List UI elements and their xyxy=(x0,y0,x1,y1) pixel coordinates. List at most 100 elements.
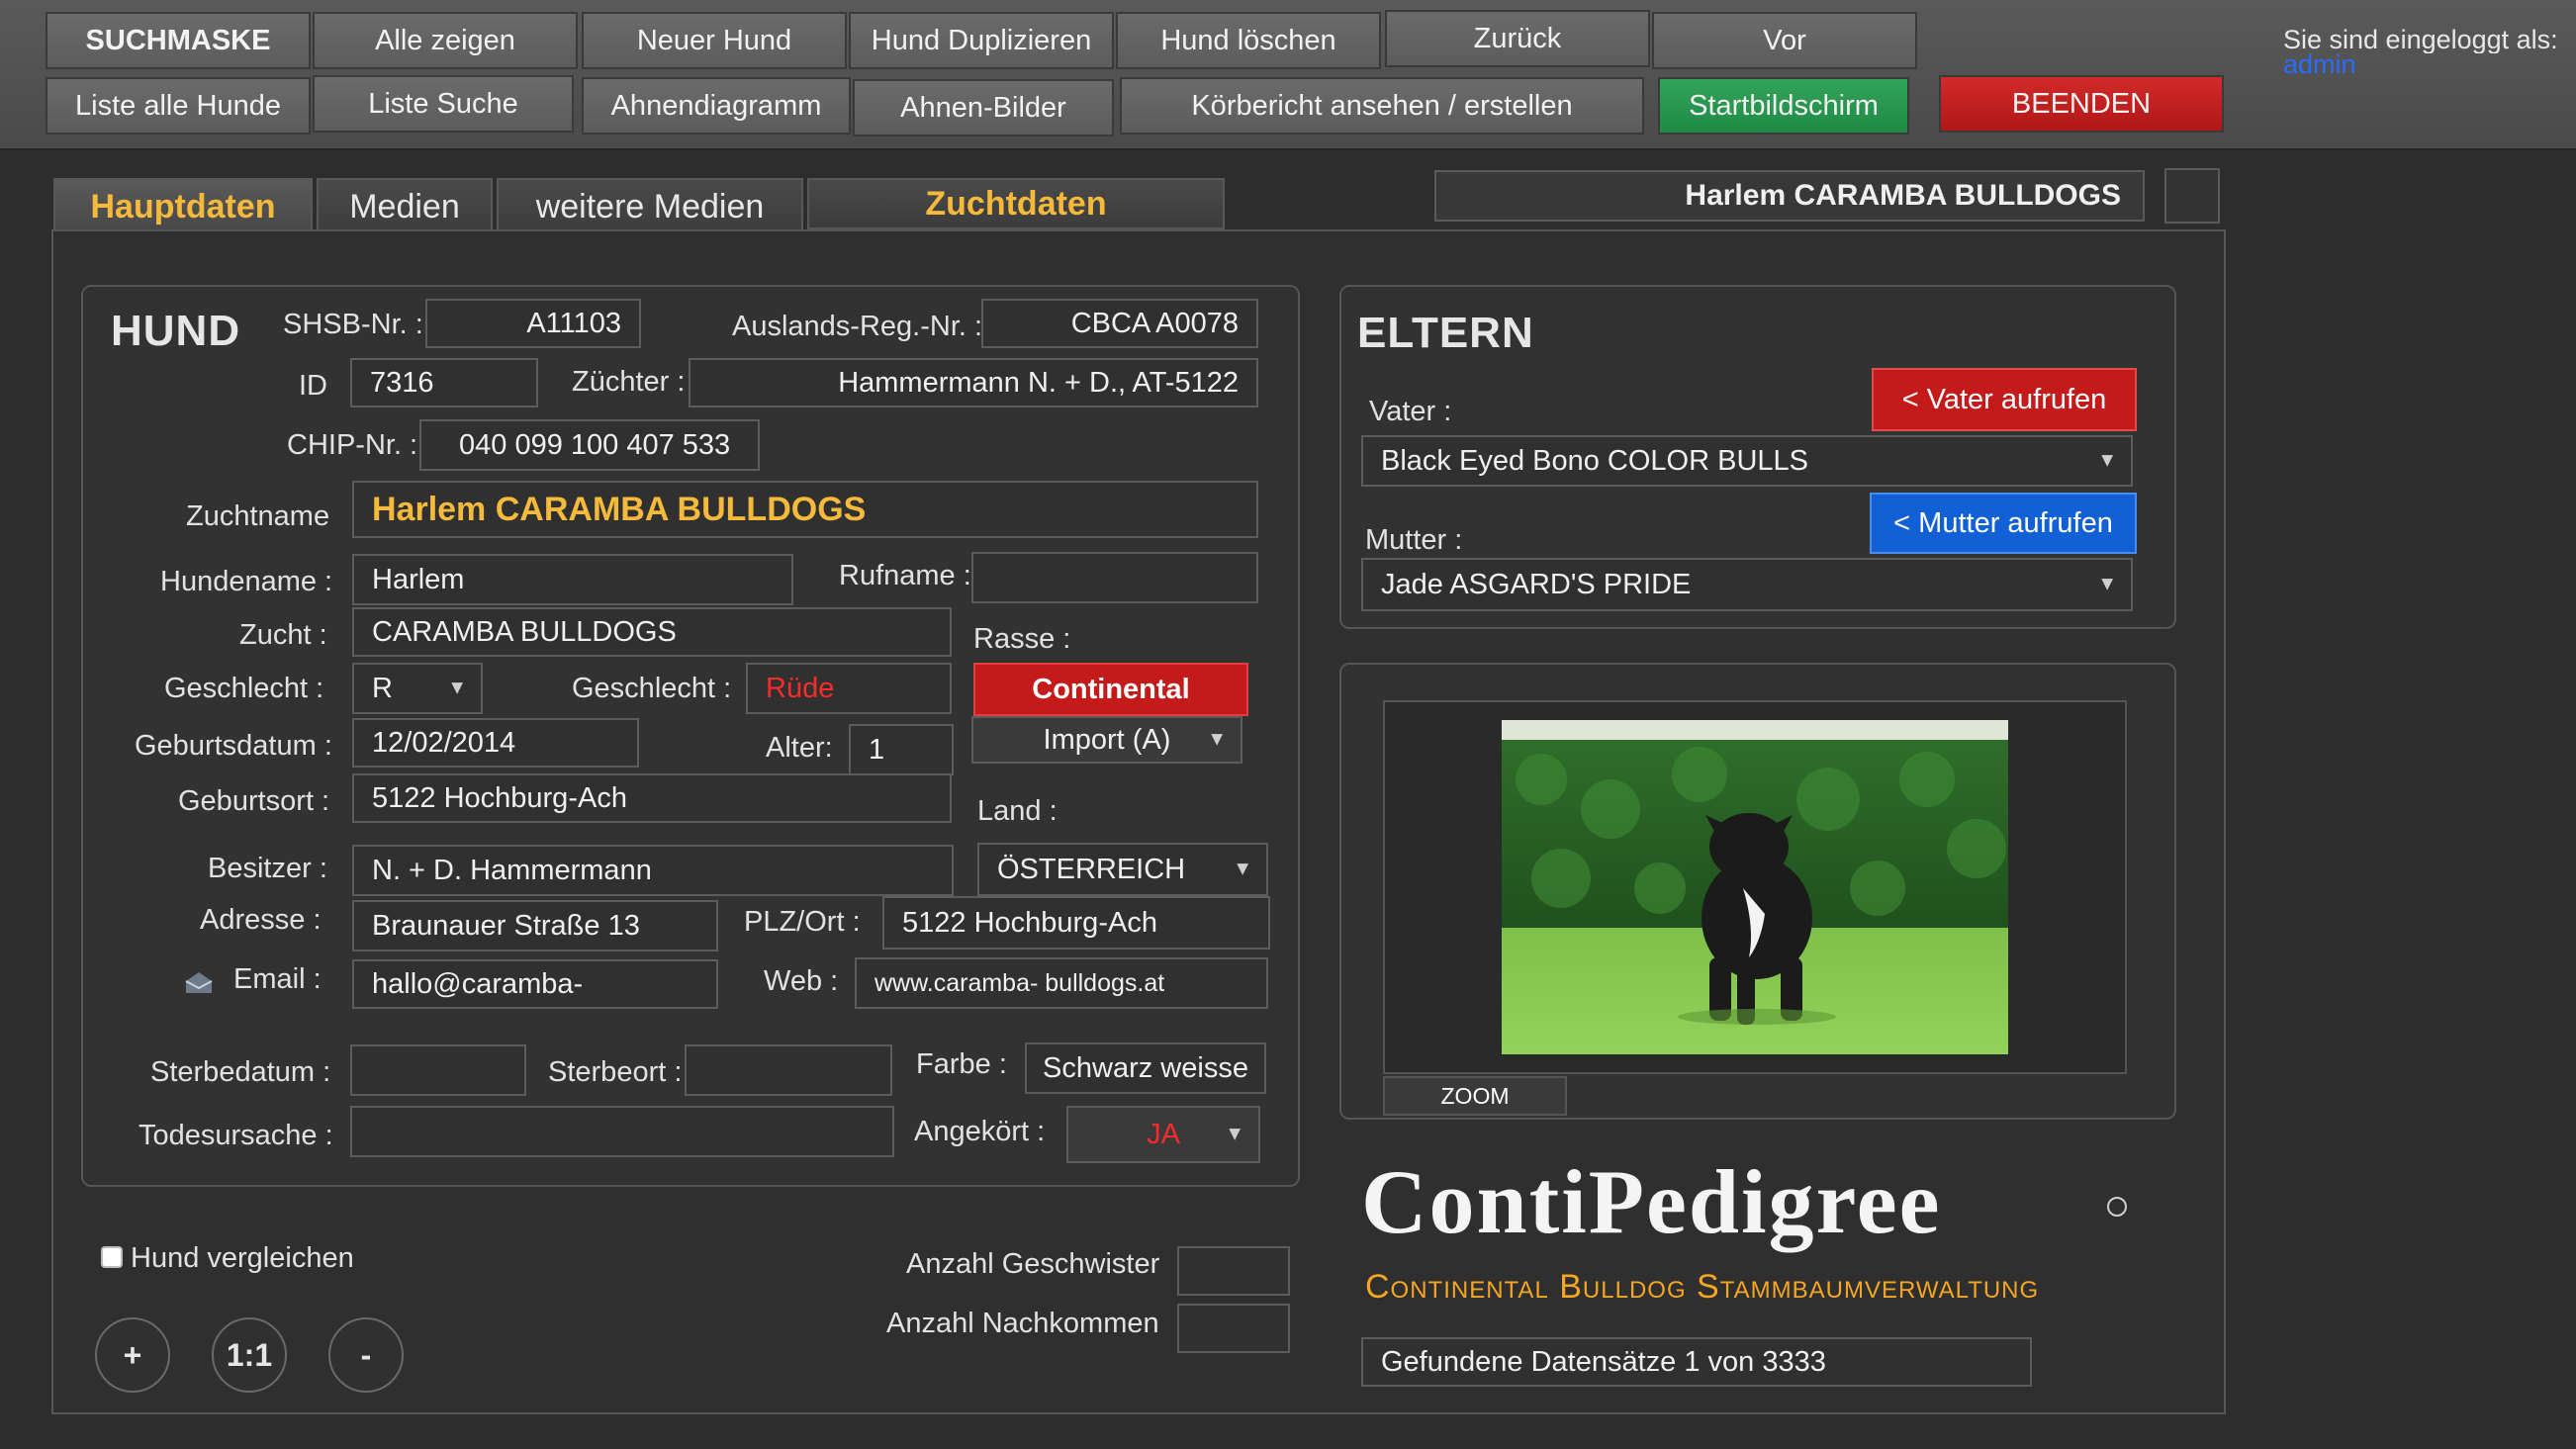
chevron-down-icon: ▼ xyxy=(1233,858,1252,880)
angekoert-value: JA xyxy=(1147,1118,1180,1150)
import-value: Import (A) xyxy=(1043,723,1171,756)
geburtsdatum-field[interactable]: 12/02/2014 xyxy=(352,718,639,768)
tab-hauptdaten[interactable]: Hauptdaten xyxy=(53,178,313,233)
vor-button[interactable]: Vor xyxy=(1652,12,1917,69)
nachkommen-field[interactable] xyxy=(1177,1304,1290,1353)
login-user-link[interactable]: admin xyxy=(2283,49,2356,80)
mutter-select[interactable]: Jade ASGARD'S PRIDE ▼ xyxy=(1361,558,2133,611)
web-field[interactable]: www.caramba- bulldogs.at xyxy=(855,957,1268,1009)
zoom-button[interactable]: ZOOM xyxy=(1383,1076,1567,1116)
vater-select[interactable]: Black Eyed Bono COLOR BULLS ▼ xyxy=(1361,435,2133,487)
hund-loeschen-button[interactable]: Hund löschen xyxy=(1116,12,1381,69)
adresse-label: Adresse : xyxy=(200,904,322,936)
sterbedatum-label: Sterbedatum : xyxy=(150,1056,331,1088)
logo-subtitle: Continental Bulldog Stammbaumverwaltung xyxy=(1365,1268,2040,1306)
header-action-button[interactable] xyxy=(2164,168,2220,224)
email-label: Email : xyxy=(233,963,322,995)
hund-title: HUND xyxy=(111,307,241,355)
login-status-text: Sie sind eingeloggt als: xyxy=(2283,25,2558,53)
chevron-down-icon: ▼ xyxy=(1225,1123,1244,1145)
geburtsort-field[interactable]: 5122 Hochburg-Ach xyxy=(352,773,952,823)
alter-label: Alter: xyxy=(766,732,833,764)
rasse-label: Rasse : xyxy=(973,623,1071,655)
dog-photo[interactable] xyxy=(1502,720,2008,1054)
zuechter-label: Züchter : xyxy=(572,366,686,398)
records-status: Gefundene Datensätze 1 von 3333 xyxy=(1361,1337,2032,1387)
liste-alle-hunde-button[interactable]: Liste alle Hunde xyxy=(46,77,311,135)
svg-text:ContiPedigree: ContiPedigree xyxy=(1361,1155,1941,1252)
besitzer-field[interactable]: N. + D. Hammermann xyxy=(352,845,954,896)
vater-label: Vater : xyxy=(1369,396,1452,427)
tab-zuchtdaten[interactable]: Zuchtdaten xyxy=(807,178,1225,229)
todesursache-label: Todesursache : xyxy=(138,1120,333,1151)
geschwister-field[interactable] xyxy=(1177,1246,1290,1296)
email-field[interactable]: hallo@caramba- xyxy=(352,959,718,1009)
geschlecht-field[interactable]: Rüde xyxy=(746,663,952,714)
plz-label: PLZ/Ort : xyxy=(744,906,861,938)
beenden-button[interactable]: BEENDEN xyxy=(1939,75,2224,133)
chip-label: CHIP-Nr. : xyxy=(287,429,418,461)
todesursache-field[interactable] xyxy=(350,1106,894,1157)
vater-value: Black Eyed Bono COLOR BULLS xyxy=(1381,444,1808,477)
farbe-field[interactable]: Schwarz weisse xyxy=(1025,1042,1266,1094)
auslands-reg-label: Auslands-Reg.-Nr. : xyxy=(732,311,983,342)
suchmaske-button[interactable]: SUCHMASKE xyxy=(46,12,311,69)
id-label: ID xyxy=(299,370,327,402)
ahnen-bilder-button[interactable]: Ahnen-Bilder xyxy=(853,79,1114,136)
hundename-field[interactable]: Harlem xyxy=(352,554,793,605)
web-label: Web : xyxy=(764,965,839,997)
tab-weitere-medien[interactable]: weitere Medien xyxy=(497,178,803,233)
startbildschirm-button[interactable]: Startbildschirm xyxy=(1658,77,1909,135)
zucht-label: Zucht : xyxy=(239,619,327,651)
liste-suche-button[interactable]: Liste Suche xyxy=(313,75,574,133)
angekoert-select[interactable]: JA ▼ xyxy=(1066,1106,1260,1163)
rufname-field[interactable] xyxy=(971,552,1258,603)
geschlecht-code-label: Geschlecht : xyxy=(164,673,324,704)
zoom-reset-button[interactable]: 1:1 xyxy=(212,1317,287,1393)
geburtsdatum-label: Geburtsdatum : xyxy=(135,730,332,762)
shsb-field[interactable]: A11103 xyxy=(425,299,641,348)
geschlecht-code-select[interactable]: R ▼ xyxy=(352,663,483,714)
alle-zeigen-button[interactable]: Alle zeigen xyxy=(313,12,578,69)
mutter-label: Mutter : xyxy=(1365,524,1463,556)
zoom-in-button[interactable]: + xyxy=(95,1317,170,1393)
zuechter-field[interactable]: Hammermann N. + D., AT-5122 xyxy=(689,358,1258,408)
zucht-field[interactable]: CARAMBA BULLDOGS xyxy=(352,607,952,657)
hund-duplizieren-button[interactable]: Hund Duplizieren xyxy=(849,12,1114,69)
chevron-down-icon: ▼ xyxy=(2097,449,2117,472)
rufname-label: Rufname : xyxy=(839,560,971,591)
ahnendiagramm-button[interactable]: Ahnendiagramm xyxy=(582,77,851,135)
angekoert-label: Angekört : xyxy=(914,1116,1046,1147)
id-field[interactable]: 7316 xyxy=(350,358,538,408)
alter-field[interactable]: 1 xyxy=(849,724,954,775)
vater-aufrufen-button[interactable]: < Vater aufrufen xyxy=(1872,368,2137,431)
land-label: Land : xyxy=(977,795,1058,827)
koerbericht-button[interactable]: Körbericht ansehen / erstellen xyxy=(1120,77,1644,135)
nachkommen-label: Anzahl Nachkommen xyxy=(886,1308,1159,1339)
neuer-hund-button[interactable]: Neuer Hund xyxy=(582,12,847,69)
hund-vergleichen-checkbox[interactable] xyxy=(101,1246,123,1268)
plz-field[interactable]: 5122 Hochburg-Ach xyxy=(882,896,1270,950)
zoom-out-button[interactable]: - xyxy=(328,1317,404,1393)
sterbedatum-field[interactable] xyxy=(350,1044,526,1096)
sterbeort-label: Sterbeort : xyxy=(548,1056,683,1088)
zuchtname-field[interactable]: Harlem CARAMBA BULLDOGS xyxy=(352,481,1258,538)
rasse-field[interactable]: Continental xyxy=(973,663,1248,716)
geschlecht-code-value: R xyxy=(372,672,393,704)
tab-medien[interactable]: Medien xyxy=(317,178,493,233)
import-select[interactable]: Import (A) ▼ xyxy=(971,716,1242,764)
zurueck-button[interactable]: Zurück xyxy=(1385,10,1650,67)
email-icon[interactable] xyxy=(184,969,214,995)
auslands-reg-field[interactable]: CBCA A0078 xyxy=(981,299,1258,348)
chevron-down-icon: ▼ xyxy=(447,677,467,699)
eltern-title: ELTERN xyxy=(1357,309,1534,357)
shsb-label: SHSB-Nr. : xyxy=(283,309,423,340)
adresse-field[interactable]: Braunauer Straße 13 xyxy=(352,900,718,951)
geschlecht-label: Geschlecht : xyxy=(572,673,732,704)
chip-field[interactable]: 040 099 100 407 533 xyxy=(419,419,760,471)
mutter-aufrufen-button[interactable]: < Mutter aufrufen xyxy=(1870,493,2137,554)
sterbeort-field[interactable] xyxy=(685,1044,892,1096)
mutter-value: Jade ASGARD'S PRIDE xyxy=(1381,568,1692,600)
besitzer-label: Besitzer : xyxy=(208,853,327,884)
land-select[interactable]: ÖSTERREICH ▼ xyxy=(977,843,1268,896)
